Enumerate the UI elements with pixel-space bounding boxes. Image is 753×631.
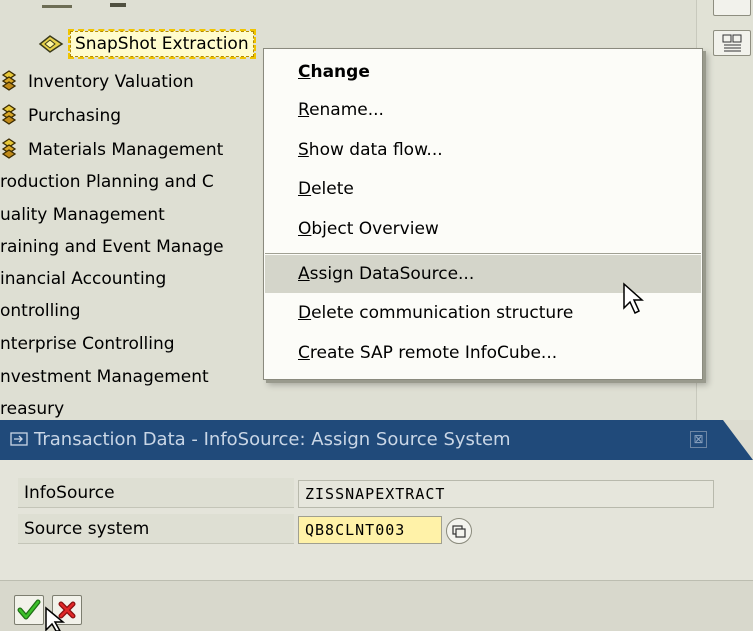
mnemonic: D <box>298 179 312 199</box>
infosource-value: ZISSNAPEXTRACT <box>298 480 714 508</box>
tree-node-inventory-valuation[interactable]: Inventory Valuation <box>0 68 194 96</box>
tree-node-label[interactable]: SnapShot Extraction <box>68 29 256 59</box>
mnemonic: R <box>298 100 310 120</box>
menu-item-show-data-flow[interactable]: Show data flow... <box>265 131 701 169</box>
tree-node-label: inancial Accounting <box>0 269 167 289</box>
tree-node-label: raining and Event Manage <box>0 237 224 257</box>
source-system-field-row: Source system QB8CLNT003 <box>18 514 738 544</box>
source-system-label: Source system <box>18 514 294 544</box>
mnemonic: C <box>298 343 310 363</box>
tree-connector <box>42 0 72 8</box>
menu-item-delete[interactable]: Delete <box>265 170 701 208</box>
tree-node-production-planning[interactable]: roduction Planning and C <box>0 168 214 196</box>
tree-node-investment-management[interactable]: nvestment Management <box>0 363 209 391</box>
value-help-icon <box>452 525 466 538</box>
infosource-icon <box>38 34 64 54</box>
dialog-toolbar <box>0 580 753 631</box>
tree-node-treasury[interactable]: reasury <box>0 395 64 420</box>
mnemonic: S <box>298 140 309 160</box>
source-system-input[interactable]: QB8CLNT003 <box>298 516 442 544</box>
menu-item-label: ssign DataSource... <box>309 264 475 284</box>
context-menu: Change Rename... Show data flow... Delet… <box>263 48 703 380</box>
tree-node-label: reasury <box>0 399 65 419</box>
dialog-body: InfoSource ZISSNAPEXTRACT Source system … <box>0 460 753 580</box>
menu-item-label: ename... <box>309 100 384 120</box>
checkmark-icon <box>17 599 41 620</box>
menu-item-label: how data flow... <box>308 140 443 160</box>
menu-item-create-sap-remote-infocube[interactable]: Create SAP remote InfoCube... <box>265 334 701 372</box>
infosource-field-row: InfoSource ZISSNAPEXTRACT <box>18 478 738 508</box>
menu-item-label: reate SAP remote InfoCube... <box>309 343 558 363</box>
tree-connector-stub <box>110 3 126 7</box>
mnemonic: C <box>298 62 311 82</box>
tree-node-label: Materials Management <box>28 140 224 160</box>
tree-node-label: roduction Planning and C <box>0 172 214 192</box>
tree-node-quality-management[interactable]: uality Management <box>0 201 165 229</box>
infosource-label: InfoSource <box>18 478 294 508</box>
tree-node-label: uality Management <box>0 205 165 225</box>
confirm-button[interactable] <box>14 595 44 625</box>
tree-node-label: Purchasing <box>28 106 122 126</box>
menu-item-object-overview[interactable]: Object Overview <box>265 210 701 248</box>
tree-node-purchasing[interactable]: Purchasing <box>0 102 121 130</box>
menu-item-change[interactable]: Change <box>265 53 701 91</box>
tree-node-financial-accounting[interactable]: inancial Accounting <box>0 265 166 293</box>
infoarea-folder-icon <box>0 103 22 125</box>
tree-node-label: Inventory Valuation <box>28 72 194 92</box>
infoarea-folder-icon <box>0 137 22 159</box>
layout-button[interactable] <box>713 30 751 56</box>
layout-icon <box>722 34 742 52</box>
menu-item-assign-datasource[interactable]: Assign DataSource... <box>265 255 701 293</box>
infoarea-folder-icon <box>0 69 22 91</box>
close-icon[interactable]: ⊠ <box>690 431 707 448</box>
menu-separator <box>265 253 701 254</box>
menu-item-label: hange <box>310 62 370 82</box>
dialog-window-icon <box>10 432 28 446</box>
dialog-title: Transaction Data - InfoSource: Assign So… <box>34 429 511 450</box>
tree-node-snapshot-extraction[interactable]: SnapShot Extraction <box>38 28 278 60</box>
menu-item-delete-communication-structure[interactable]: Delete communication structure <box>265 294 701 332</box>
cancel-x-icon <box>58 601 76 619</box>
menu-item-rename[interactable]: Rename... <box>265 91 701 129</box>
assign-source-system-dialog: Transaction Data - InfoSource: Assign So… <box>0 420 753 631</box>
menu-item-label: elete <box>311 179 354 199</box>
title-bar-corner <box>723 420 753 460</box>
mnemonic: A <box>298 264 310 284</box>
menu-item-label: elete communication structure <box>311 303 574 323</box>
tree-node-enterprise-controlling[interactable]: nterprise Controlling <box>0 330 175 358</box>
value-help-button[interactable] <box>446 518 472 544</box>
tree-node-materials-management[interactable]: Materials Management <box>0 136 223 164</box>
tree-node-controlling[interactable]: ontrolling <box>0 297 81 325</box>
toolbar-button[interactable] <box>713 0 751 16</box>
tree-node-label: ontrolling <box>0 301 81 321</box>
tree-node-training-event[interactable]: raining and Event Manage <box>0 233 224 261</box>
dialog-title-bar[interactable]: Transaction Data - InfoSource: Assign So… <box>0 420 753 460</box>
right-toolbar <box>696 0 753 420</box>
cancel-button[interactable] <box>52 595 82 625</box>
tree-node-label: nterprise Controlling <box>0 334 175 354</box>
mnemonic: O <box>298 219 312 239</box>
tree-node-label: nvestment Management <box>0 367 209 387</box>
menu-item-label: bject Overview <box>311 219 439 239</box>
mnemonic: D <box>298 303 312 323</box>
